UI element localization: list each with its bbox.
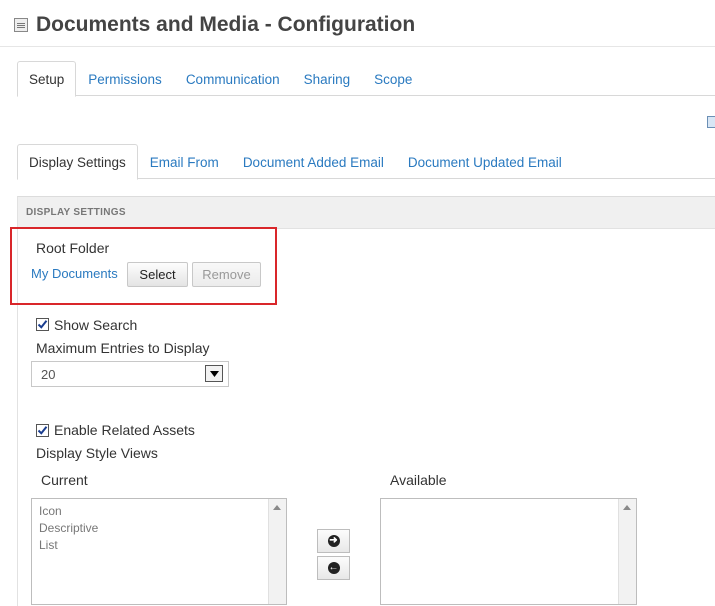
- max-entries-select[interactable]: 20: [31, 361, 229, 387]
- dropdown-arrow-icon[interactable]: [205, 365, 223, 382]
- max-entries-label: Maximum Entries to Display: [36, 340, 210, 356]
- tab-document-added-email[interactable]: Document Added Email: [231, 145, 396, 179]
- page-title: Documents and Media - Configuration: [36, 13, 416, 36]
- checkmark-icon: [37, 426, 48, 435]
- select-folder-button[interactable]: Select: [127, 262, 188, 287]
- arrow-right-icon: ➜: [327, 535, 340, 547]
- tab-scope[interactable]: Scope: [362, 62, 424, 96]
- enable-related-assets-label: Enable Related Assets: [54, 422, 195, 438]
- header-divider: [0, 46, 715, 47]
- sub-tabs: Display Settings Email From Document Add…: [17, 144, 574, 180]
- current-views-scrollbar[interactable]: [268, 499, 286, 604]
- tab-setup[interactable]: Setup: [17, 61, 77, 97]
- scroll-up-icon[interactable]: [273, 505, 281, 510]
- panel-header: DISPLAY SETTINGS: [18, 197, 715, 229]
- current-views-list: Icon Descriptive List: [39, 503, 98, 554]
- page-header: Documents and Media - Configuration: [14, 10, 415, 40]
- list-item[interactable]: Descriptive: [39, 520, 98, 537]
- save-icon[interactable]: [707, 116, 715, 128]
- arrow-left-icon: ←: [327, 562, 340, 574]
- root-folder-label: Root Folder: [36, 240, 110, 256]
- display-style-views-label: Display Style Views: [36, 445, 158, 461]
- checkmark-icon: [37, 320, 48, 329]
- available-views-label: Available: [390, 472, 447, 488]
- show-search-label: Show Search: [54, 317, 138, 333]
- current-views-listbox[interactable]: Icon Descriptive List: [31, 498, 287, 605]
- tab-sharing[interactable]: Sharing: [292, 62, 363, 96]
- list-item[interactable]: List: [39, 537, 98, 554]
- root-folder-value-link[interactable]: My Documents: [31, 266, 118, 281]
- tab-permissions[interactable]: Permissions: [76, 62, 174, 96]
- available-views-listbox[interactable]: [380, 498, 637, 605]
- available-views-scrollbar[interactable]: [618, 499, 636, 604]
- top-tabs: Setup Permissions Communication Sharing …: [17, 61, 424, 97]
- remove-folder-button[interactable]: Remove: [192, 262, 261, 287]
- tab-document-updated-email[interactable]: Document Updated Email: [396, 145, 574, 179]
- enable-related-assets-checkbox[interactable]: [36, 424, 49, 437]
- tab-communication[interactable]: Communication: [174, 62, 292, 96]
- tab-display-settings[interactable]: Display Settings: [17, 144, 138, 180]
- show-search-checkbox[interactable]: [36, 318, 49, 331]
- list-item[interactable]: Icon: [39, 503, 98, 520]
- tab-email-from[interactable]: Email From: [138, 145, 231, 179]
- portlet-icon: [14, 18, 28, 32]
- current-views-label: Current: [41, 472, 88, 488]
- top-tabs-divider: [17, 95, 715, 96]
- move-left-button[interactable]: ←: [317, 556, 350, 580]
- max-entries-value: 20: [41, 367, 56, 382]
- scroll-up-icon[interactable]: [623, 505, 631, 510]
- move-right-button[interactable]: ➜: [317, 529, 350, 553]
